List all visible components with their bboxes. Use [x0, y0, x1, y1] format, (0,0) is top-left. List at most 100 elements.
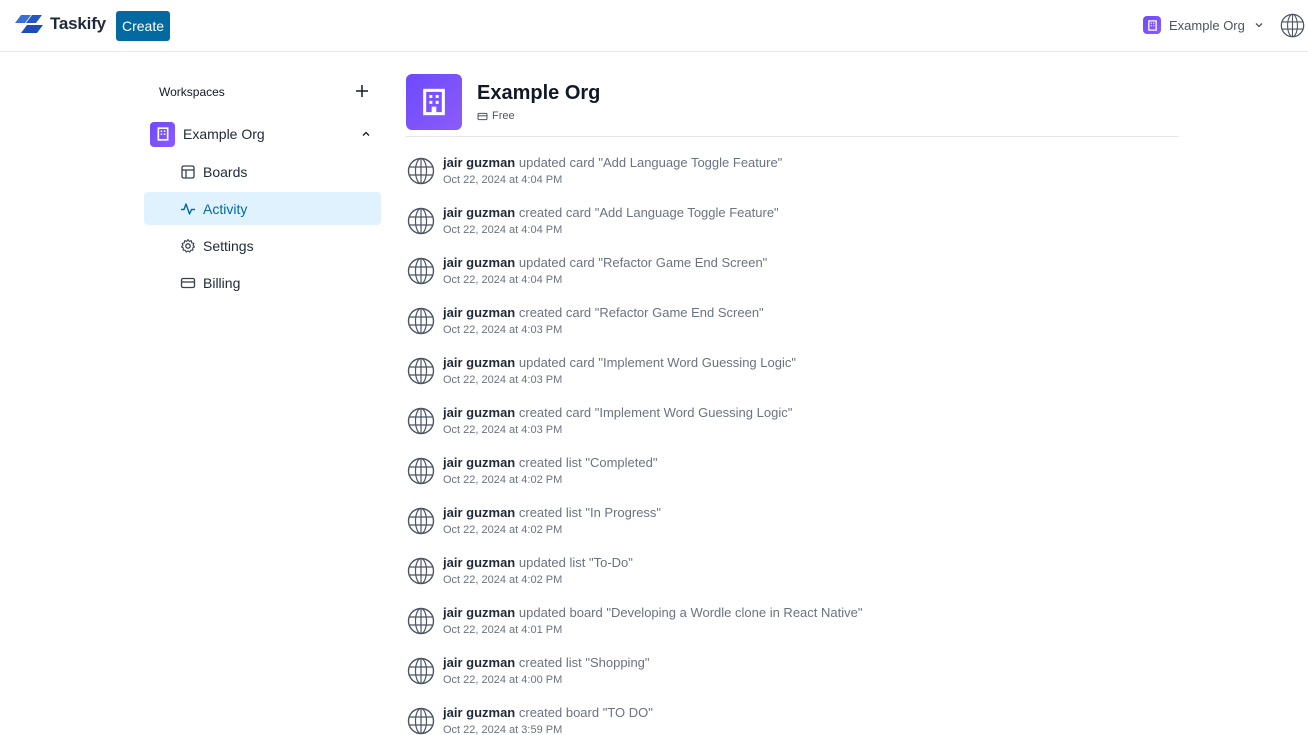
- building-icon: [1147, 19, 1157, 31]
- chevron-down-icon: [1255, 23, 1263, 28]
- activity-user: jair guzman: [443, 355, 516, 370]
- user-avatar: [407, 457, 435, 485]
- activity-item: jair guzman updated card "Add Language T…: [406, 154, 1179, 204]
- user-avatar: [407, 607, 435, 635]
- activity-timestamp: Oct 22, 2024 at 4:03 PM: [443, 324, 563, 336]
- activity-description: jair guzman created list "In Progress": [443, 505, 661, 520]
- activity-item: jair guzman updated card "Refactor Game …: [406, 254, 1179, 304]
- activity-item: jair guzman updated list "To-Do" Oct 22, …: [406, 554, 1179, 604]
- activity-description: jair guzman updated card "Add Language T…: [443, 155, 782, 170]
- workspaces-header: Workspaces: [144, 74, 381, 110]
- activity-user: jair guzman: [443, 405, 516, 420]
- activity-user: jair guzman: [443, 155, 516, 170]
- user-avatar: [407, 657, 435, 685]
- plus-icon[interactable]: [354, 83, 370, 99]
- activity-description: jair guzman updated card "Refactor Game …: [443, 255, 767, 270]
- activity-timestamp: Oct 22, 2024 at 4:04 PM: [443, 224, 563, 236]
- activity-timestamp: Oct 22, 2024 at 4:01 PM: [443, 624, 563, 636]
- activity-action: updated card "Add Language Toggle Featur…: [518, 155, 783, 170]
- sidebar-item-boards[interactable]: Boards: [144, 155, 381, 188]
- activity-action: updated card "Implement Word Guessing Lo…: [518, 355, 796, 370]
- activity-user: jair guzman: [443, 305, 516, 320]
- activity-timestamp: Oct 22, 2024 at 4:02 PM: [443, 524, 563, 536]
- building-icon: [157, 127, 168, 141]
- activity-user: jair guzman: [443, 255, 516, 270]
- sidebar-item-label: Billing: [203, 274, 241, 291]
- activity-item: jair guzman created list "Shopping" Oct 2…: [406, 654, 1179, 704]
- page-title: Example Org: [477, 82, 601, 104]
- activity-description: jair guzman created card "Refactor Game …: [443, 305, 764, 320]
- logo[interactable]: Taskify: [15, 13, 106, 35]
- activity-description: jair guzman updated card "Implement Word…: [443, 355, 796, 370]
- activity-item: jair guzman created list "Completed" Oct …: [406, 454, 1179, 504]
- activity-action: created board "TO DO": [518, 705, 653, 720]
- user-avatar: [407, 707, 435, 735]
- sidebar-item-label: Boards: [203, 163, 248, 180]
- activity-timestamp: Oct 22, 2024 at 4:04 PM: [443, 274, 563, 286]
- org-switcher-label: Example Org: [1169, 17, 1245, 33]
- activity-item: jair guzman updated board "Developing a …: [406, 604, 1179, 654]
- user-avatar: [407, 507, 435, 535]
- activity-timestamp: Oct 22, 2024 at 4:03 PM: [443, 374, 563, 386]
- activity-user: jair guzman: [443, 605, 516, 620]
- activity-item: jair guzman created card "Refactor Game …: [406, 304, 1179, 354]
- user-avatar: [407, 257, 435, 285]
- activity-action: created list "Shopping": [518, 655, 650, 670]
- activity-action: updated card "Refactor Game End Screen": [518, 255, 768, 270]
- top-navbar: Taskify Create Example Org: [0, 0, 1308, 52]
- activity-description: jair guzman created card "Implement Word…: [443, 405, 792, 420]
- chevron-up-icon: [362, 131, 370, 136]
- activity-user: jair guzman: [443, 505, 516, 520]
- activity-user: jair guzman: [443, 455, 516, 470]
- activity-timestamp: Oct 22, 2024 at 3:59 PM: [443, 724, 563, 735]
- activity-description: jair guzman updated list "To-Do": [443, 555, 633, 570]
- sidebar-item-label: Activity: [203, 200, 248, 217]
- workspace-accordion[interactable]: Example Org: [144, 121, 381, 147]
- sidebar-item-label: Settings: [203, 237, 254, 254]
- activity-action: created card "Implement Word Guessing Lo…: [518, 405, 793, 420]
- activity-action: created list "In Progress": [518, 505, 662, 520]
- activity-timestamp: Oct 22, 2024 at 4:02 PM: [443, 474, 563, 486]
- activity-description: jair guzman created list "Completed": [443, 455, 657, 470]
- activity-user: jair guzman: [443, 205, 516, 220]
- activity-timestamp: Oct 22, 2024 at 4:00 PM: [443, 674, 563, 686]
- settings-icon: [180, 238, 196, 253]
- activity-description: jair guzman created board "TO DO": [443, 705, 653, 720]
- workspaces-label: Workspaces: [159, 85, 225, 99]
- building-icon: [423, 88, 445, 116]
- activity-timestamp: Oct 22, 2024 at 4:04 PM: [443, 174, 563, 186]
- layout-icon: [181, 164, 195, 179]
- activity-icon: [181, 202, 195, 215]
- user-avatar: [407, 407, 435, 435]
- user-avatar[interactable]: [1280, 13, 1305, 38]
- activity-user: jair guzman: [443, 655, 516, 670]
- plan-badge: Free: [477, 110, 515, 122]
- sidebar-item-billing[interactable]: Billing: [144, 266, 381, 299]
- activity-action: created card "Refactor Game End Screen": [518, 305, 764, 320]
- activity-item: jair guzman created list "In Progress" Oc…: [406, 504, 1179, 554]
- sidebar-item-activity[interactable]: Activity: [144, 192, 381, 225]
- create-button[interactable]: Create: [116, 11, 170, 41]
- user-avatar: [407, 157, 435, 185]
- user-avatar: [407, 307, 435, 335]
- org-avatar-large: [406, 74, 462, 130]
- activity-item: jair guzman created card "Add Language T…: [406, 204, 1179, 254]
- org-switcher[interactable]: Example Org: [1143, 15, 1265, 35]
- activity-timestamp: Oct 22, 2024 at 4:02 PM: [443, 574, 563, 586]
- activity-user: jair guzman: [443, 705, 516, 720]
- activity-item: jair guzman updated card "Implement Word…: [406, 354, 1179, 404]
- activity-timestamp: Oct 22, 2024 at 4:03 PM: [443, 424, 563, 436]
- app-name: Taskify: [50, 14, 106, 33]
- sidebar: Workspaces Example Org Boards Activity S…: [144, 74, 381, 291]
- activity-action: created card "Add Language Toggle Featur…: [518, 205, 779, 220]
- plan-label: Free: [492, 110, 515, 122]
- activity-item: jair guzman created card "Implement Word…: [406, 404, 1179, 454]
- divider: [406, 136, 1179, 137]
- sidebar-item-settings[interactable]: Settings: [144, 229, 381, 262]
- org-avatar: [150, 121, 175, 147]
- taskify-logo-icon: [15, 15, 43, 33]
- user-avatar: [407, 207, 435, 235]
- activity-user: jair guzman: [443, 555, 516, 570]
- activity-action: created list "Completed": [518, 455, 658, 470]
- activity-description: jair guzman created list "Shopping": [443, 655, 650, 670]
